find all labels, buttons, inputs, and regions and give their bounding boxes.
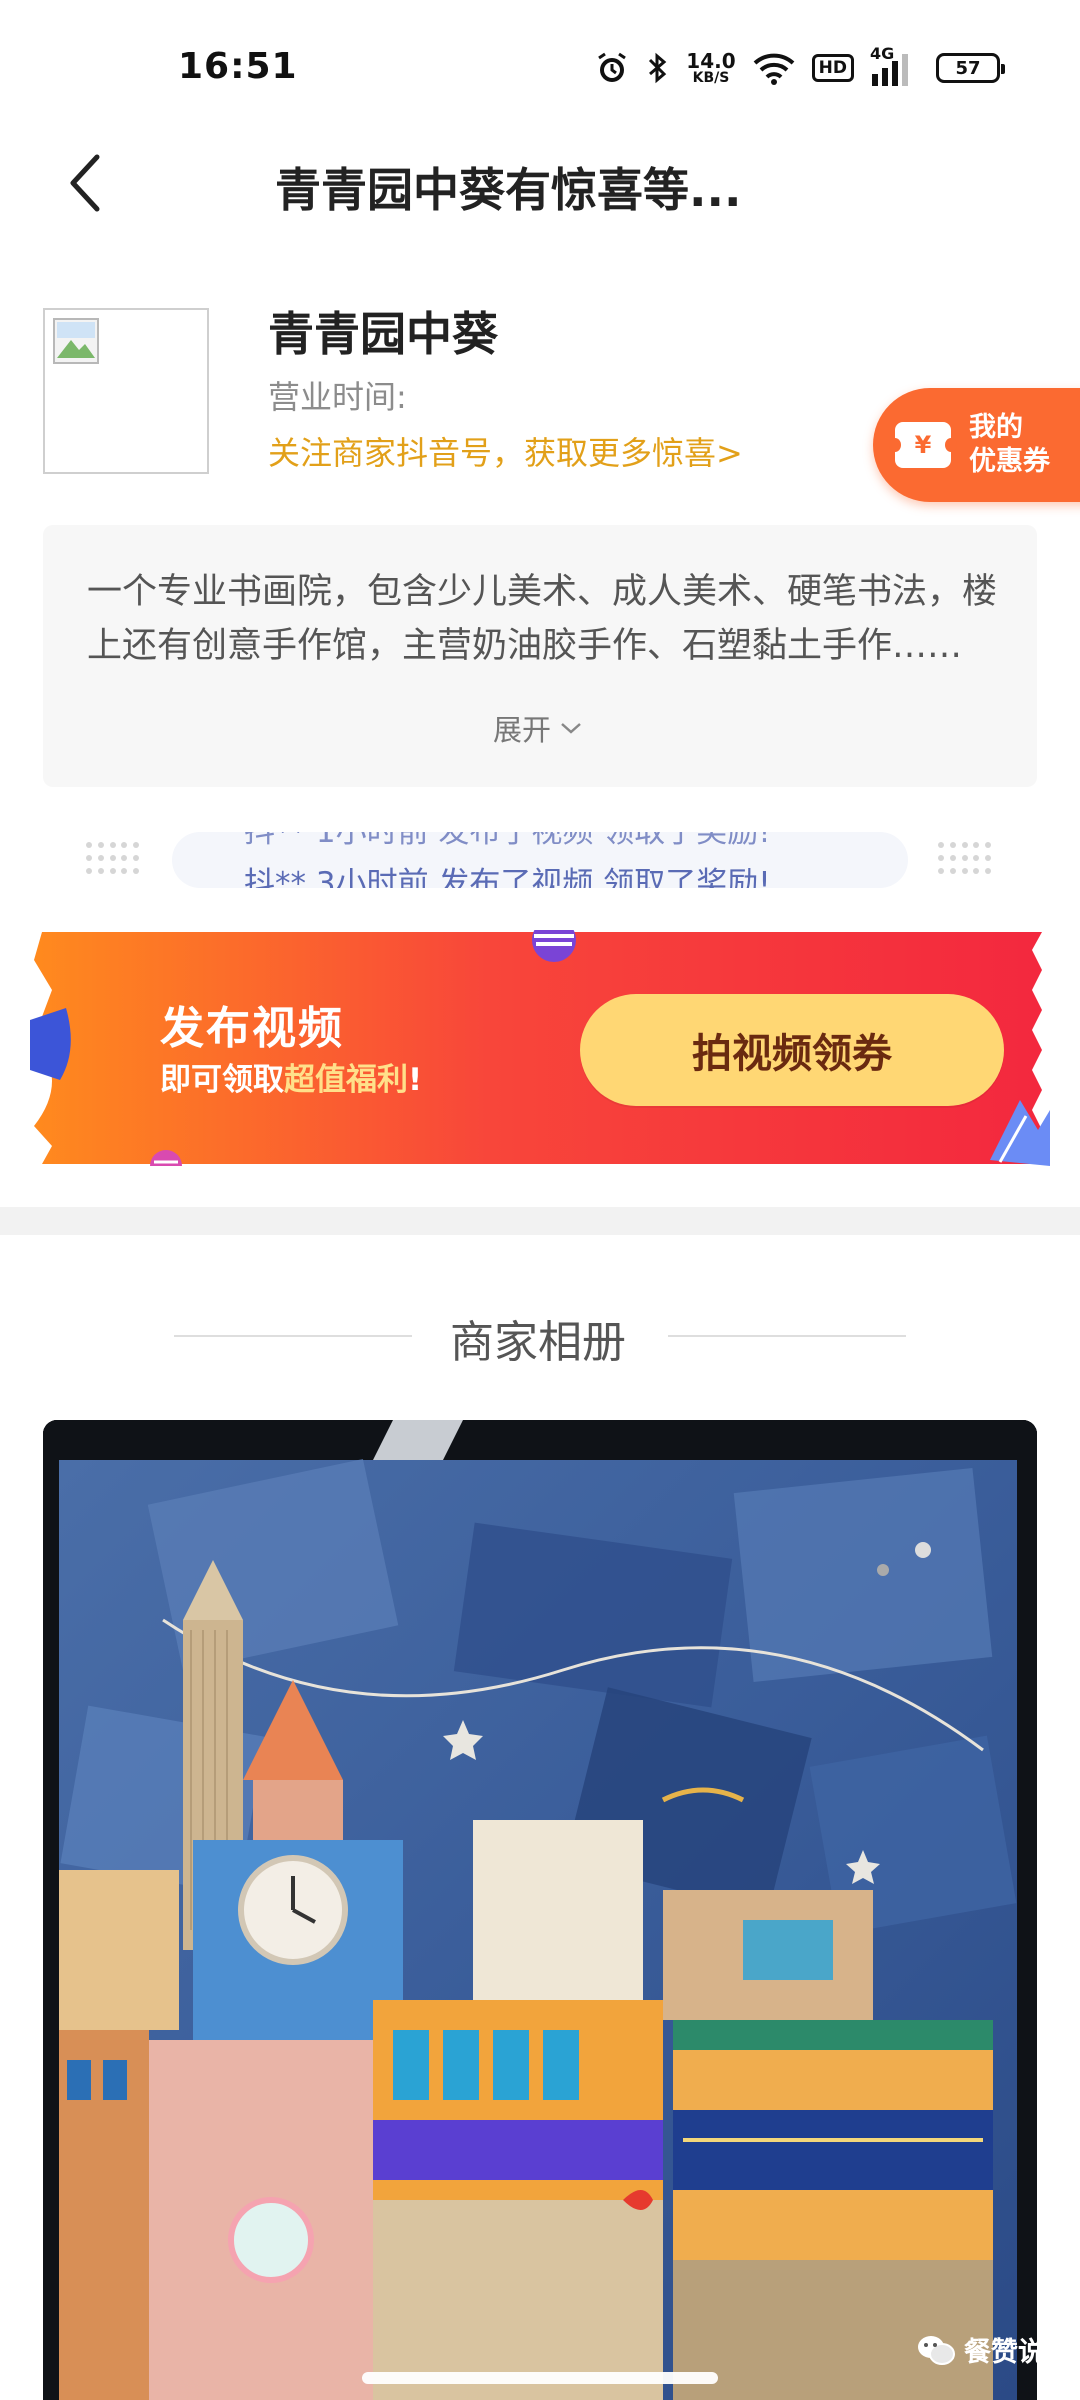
network-type: 4G <box>870 44 895 63</box>
album-title: 商家相册 <box>450 1317 626 1368</box>
album-title-line-left <box>174 1335 412 1337</box>
alarm-icon <box>594 50 630 86</box>
nav-bar: 青青园中葵有惊喜等... <box>0 130 1080 240</box>
dot-pattern-right <box>938 842 994 878</box>
my-coupons-line1: 我的 <box>969 412 1023 443</box>
promo-subtitle: 即可领取超值福利! <box>160 1054 422 1099</box>
network-speed-unit: KB/S <box>692 70 730 86</box>
promo-subtitle-highlight: 超值福利 <box>284 1062 408 1098</box>
status-icons: 14.0 KB/S HD 4G 57 <box>594 44 1005 90</box>
broken-image-icon <box>53 318 99 364</box>
expand-label: 展开 <box>493 713 552 747</box>
dot-pattern-left <box>86 842 142 878</box>
signal-icon: 4G <box>870 44 920 88</box>
coupon-icon: ¥ <box>889 422 957 468</box>
page-title: 青青园中葵有惊喜等... <box>275 163 742 217</box>
shoot-video-coupon-button[interactable]: 拍视频领券 <box>580 994 1004 1106</box>
hd-badge: HD <box>811 54 854 82</box>
promo-subtitle-suffix: ! <box>408 1062 423 1098</box>
my-coupons-button[interactable]: ¥ 我的 优惠券 <box>873 388 1080 502</box>
my-coupons-line2: 优惠券 <box>969 446 1050 477</box>
ticker-current-line: 抖** 3小时前 发布了视频 领取了奖励! <box>244 866 771 888</box>
activity-ticker: 抖** 1小时前 发布了视频 领取了奖励! 抖** 3小时前 发布了视频 领取了… <box>172 832 908 888</box>
promo-banner[interactable]: 发布视频 即可领取超值福利! 拍视频领券 <box>30 930 1050 1166</box>
status-bar: 16:51 14.0 KB/S HD 4G 57 <box>0 0 1080 130</box>
ticker-prev-line: 抖** 1小时前 发布了视频 领取了奖励! <box>244 832 771 850</box>
promo-subtitle-prefix: 即可领取 <box>160 1062 284 1098</box>
promo-title: 发布视频 <box>160 1003 344 1054</box>
album-title-line-right <box>668 1335 906 1337</box>
section-divider <box>0 1207 1080 1235</box>
description-text: 一个专业书画院，包含少儿美术、成人美术、硬笔书法，楼上还有创意手作馆，主营奶油胶… <box>87 572 998 666</box>
chevron-down-icon <box>561 723 581 734</box>
wechat-icon <box>918 2335 955 2365</box>
battery-icon: 57 <box>936 53 1005 83</box>
status-time: 16:51 <box>178 46 298 87</box>
merchant-logo <box>43 308 209 474</box>
merchant-name: 青青园中葵 <box>268 307 498 361</box>
description-card: 一个专业书画院，包含少儿美术、成人美术、硬笔书法，楼上还有创意手作馆，主营奶油胶… <box>43 525 1037 787</box>
album-photo[interactable] <box>43 1420 1037 2400</box>
wifi-icon <box>752 51 796 85</box>
expand-button[interactable]: 展开 <box>493 707 583 749</box>
home-indicator[interactable] <box>362 2372 718 2384</box>
follow-merchant-link[interactable]: 关注商家抖音号，获取更多惊喜> <box>268 428 743 474</box>
my-coupons-label: 我的 优惠券 <box>969 411 1050 479</box>
watermark-text: 餐赞说 <box>964 2337 1045 2368</box>
network-speed: 14.0 KB/S <box>686 51 735 85</box>
network-speed-value: 14.0 <box>686 49 736 73</box>
business-hours: 营业时间: <box>268 378 407 416</box>
watermark: 餐赞说 <box>916 2330 1045 2369</box>
bluetooth-icon <box>646 50 670 86</box>
album-photo-image <box>43 1420 1037 2400</box>
back-button[interactable] <box>50 148 120 218</box>
chevron-left-icon <box>70 154 100 212</box>
